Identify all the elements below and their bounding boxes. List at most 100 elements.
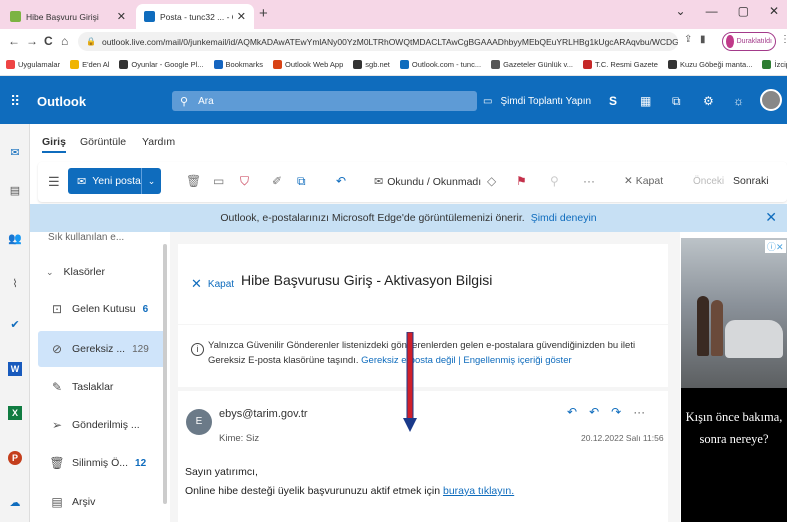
browser-tab-hibe[interactable]: Hibe Başvuru Girişi ✕ [2,4,134,29]
banner-close-icon[interactable]: ✕ [765,209,777,226]
reply-all-icon[interactable]: ↶ [589,405,599,419]
menu-icon[interactable]: ⋮ [780,34,787,45]
skype-icon[interactable]: S [609,94,617,108]
message-body: Online hibe desteği üyelik başvurunuzu a… [185,485,514,497]
bookmark-favicon-icon [6,60,15,69]
collapse-pane-icon[interactable]: ☰ [48,174,60,190]
home-icon[interactable]: ⌂ [61,34,68,48]
forward-icon[interactable]: ↷ [611,405,621,419]
previous-button[interactable]: Önceki [693,176,724,187]
bookmark-item[interactable]: Kuzu Göbeği manta... [667,60,752,69]
ad-choices-icon[interactable]: ⓘ✕ [765,240,786,253]
bookmark-item[interactable]: T.C. Resmi Gazete [583,60,658,69]
meet-now-button[interactable]: ▭ Şimdi Toplantı Yapın [483,96,591,107]
sidebar-icon[interactable]: ▮ [700,34,706,45]
reply-icon[interactable]: ↶ [567,405,577,419]
word-icon[interactable]: W [8,362,22,376]
sent-icon: ➢ [51,418,63,432]
more-icon[interactable]: ··· [633,405,645,419]
folder-item[interactable]: ⊘ Gereksiz ... 129 [38,331,166,367]
folder-item[interactable]: ⊡ Gelen Kutusu 6 [38,291,166,327]
address-row: ← → C ⌂ 🔒 outlook.live.com/mail/0/junkem… [0,29,787,54]
close-message-label: Kapat [207,278,235,290]
archive-icon[interactable]: ▭ [213,174,224,188]
profile-button[interactable]: Duraklatıldı [722,32,776,51]
sender-address[interactable]: ebys@tarim.gov.tr [219,408,308,420]
bookmark-item[interactable]: sgb.net [353,60,390,69]
bookmark-item[interactable]: E'den Al [70,60,109,69]
user-avatar[interactable] [760,89,782,111]
bookmark-favicon-icon [491,60,501,69]
new-mail-button[interactable]: ✉ Yeni posta ⌄ [68,168,161,194]
tips-lightbulb-icon[interactable]: ☼ [733,94,744,108]
excel-icon[interactable]: X [8,406,22,420]
forward-icon[interactable]: → [26,34,38,48]
sender-avatar[interactable]: E [186,409,212,435]
close-tab-icon[interactable]: ✕ [237,10,246,23]
junk-icon: ⊘ [51,342,63,356]
reply-all-icon[interactable]: ↶ [336,174,346,188]
url-bar[interactable]: 🔒 outlook.live.com/mail/0/junkemail/id/A… [78,32,678,51]
tab-home[interactable]: Giriş [42,136,66,153]
close-tab-icon[interactable]: ✕ [117,10,126,23]
try-now-link[interactable]: Şimdi deneyin [531,212,597,224]
my-day-icon[interactable]: ⧉ [672,94,681,109]
todo-check-icon[interactable]: ✔ [8,318,22,332]
not-junk-link[interactable]: Gereksiz e-posta değil | Engellenmiş içe… [361,355,572,366]
pin-icon[interactable]: ⚲ [550,174,559,188]
bookmark-item[interactable]: Uygulamalar [6,60,60,69]
folder-item[interactable]: ✎ Taslaklar [38,369,166,405]
message-greeting: Sayın yatırımcı, [185,466,258,478]
drafts-icon: ✎ [51,380,63,394]
outlook-brand[interactable]: Outlook [37,94,86,109]
maximize-icon[interactable]: ▢ [738,4,749,18]
bookmark-item[interactable]: Gazeteler Günlük v... [491,60,573,69]
chevron-down-icon[interactable]: ⌄ [141,168,161,194]
reload-icon[interactable]: C [44,34,53,48]
move-to-icon[interactable]: ⧉ [297,174,306,189]
close-window-icon[interactable]: ✕ [769,4,779,18]
teams-icon[interactable]: ▦ [640,94,651,108]
favorites-item[interactable]: Sık kullanılan e... [48,232,124,244]
bookmark-item[interactable]: Bookmarks [213,60,263,69]
calendar-icon[interactable]: ▤ [8,184,22,198]
tag-icon[interactable]: ◇ [487,174,496,188]
folder-pane-scrollbar[interactable] [163,244,167,504]
settings-gear-icon[interactable]: ⚙ [703,94,714,108]
people-icon[interactable]: 👥 [8,232,22,246]
flag-icon[interactable]: ⚑ [516,174,527,188]
report-icon[interactable]: ⛉ [240,174,249,189]
sweep-icon[interactable]: ✐ [272,174,282,188]
folder-item[interactable]: ➢ Gönderilmiş ... [38,407,166,443]
minimize-icon[interactable]: — [706,4,718,18]
app-launcher-icon[interactable]: ⠿ [10,93,20,110]
bookmark-item[interactable]: Outlook.com - tunc... [399,60,481,69]
browser-tab-outlook[interactable]: Posta - tunc32 ... - Outlook ✕ [136,4,254,29]
back-icon[interactable]: ← [8,34,20,48]
folder-item[interactable]: 🗑 Silinmiş Ö... 12 [38,445,166,481]
folders-header[interactable]: ⌄ Klasörler [46,266,105,278]
tab-view[interactable]: Görüntüle [80,136,126,148]
mail-icon[interactable]: ✉ [8,146,22,160]
tab-search-icon[interactable]: ⌄ [676,4,686,18]
close-message-button[interactable]: ✕ Kapat [191,276,234,292]
powerpoint-icon[interactable]: P [8,451,22,465]
bookmark-item[interactable]: Oyunlar - Google Pl... [119,60,204,69]
read-unread-button[interactable]: ✉ Okundu / Okunmadı [374,175,481,189]
next-button[interactable]: Sonraki [733,175,769,187]
outlook-header: ⠿ Outlook ⚲ Ara ▭ Şimdi Toplantı Yapın S… [0,76,787,124]
bookmark-item[interactable]: İzcipro görev [762,60,787,69]
new-tab-button[interactable]: + [259,5,268,22]
folder-item[interactable]: ▤ Arşiv [38,484,166,520]
attachment-icon[interactable]: ⌇ [8,277,22,291]
activation-link[interactable]: buraya tıklayın. [443,485,514,497]
close-button[interactable]: ✕ Kapat [624,175,663,187]
bookmark-label: Outlook Web App [285,60,344,69]
bookmark-item[interactable]: Outlook Web App [273,60,343,69]
onedrive-icon[interactable]: ☁ [8,496,22,510]
more-actions-icon[interactable]: ··· [583,174,595,188]
search-input[interactable]: ⚲ Ara [172,91,477,111]
tab-help[interactable]: Yardım [142,136,175,148]
share-icon[interactable]: ⇪ [684,34,692,45]
delete-icon[interactable]: 🗑 [186,174,201,188]
